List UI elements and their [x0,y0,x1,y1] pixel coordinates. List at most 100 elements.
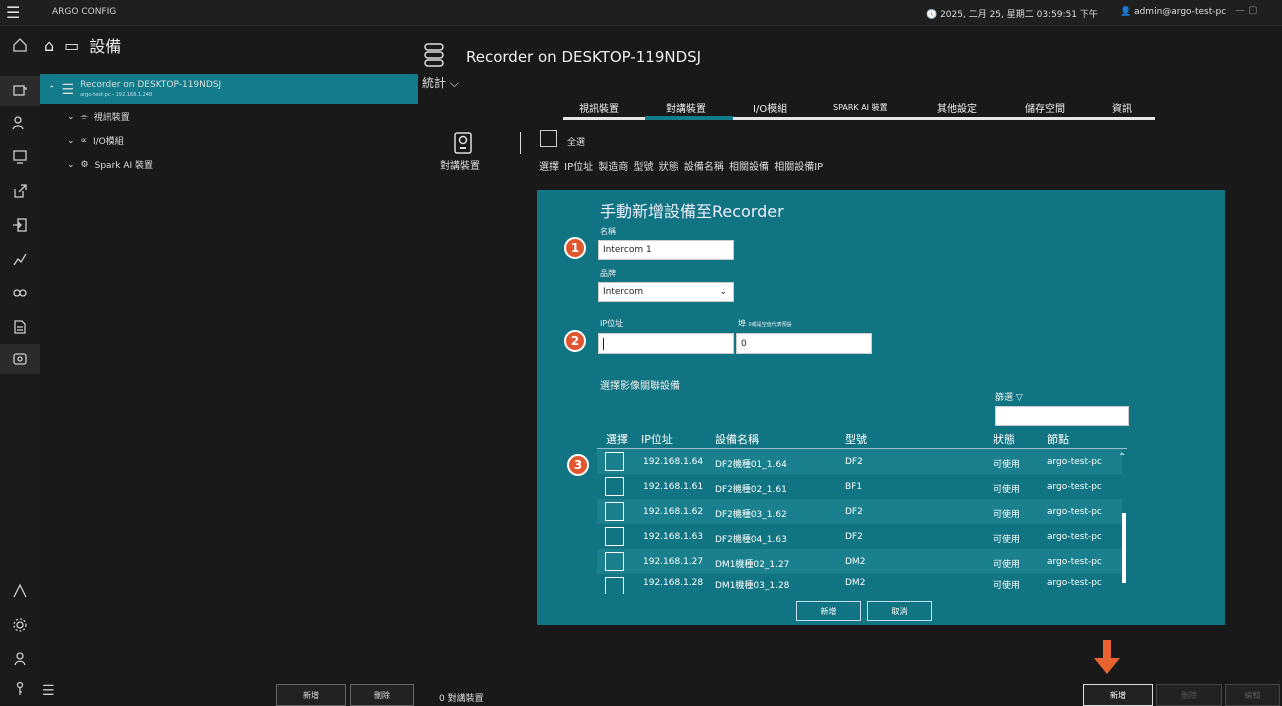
main-add-button[interactable]: 新增 [1083,684,1153,706]
row-model: BF1 [845,482,863,492]
table-row[interactable]: 192.168.1.63 DF2機種04_1.63 DF2 可使用 argo-test-… [597,524,1122,549]
th-model[interactable]: 型號 [845,431,867,447]
intercom-icon [454,132,472,154]
th-ip[interactable]: IP位址 [641,431,673,447]
text-cursor [603,337,604,350]
table-row[interactable]: 192.168.1.62 DF2機種03_1.62 DF2 可使用 argo-test-… [597,499,1122,524]
settings-gear-icon[interactable] [0,610,40,640]
expand-icon[interactable]: ⌄ [67,160,75,170]
link-icon[interactable] [0,278,40,308]
dialog-title: 手動新增設備至Recorder [600,202,784,221]
recorder-name: Recorder on DESKTOP-119NDSJ [80,80,222,90]
recorder-icon: ☰ [61,82,75,98]
tab-info[interactable]: 資訊 [1112,100,1132,115]
main-delete-button[interactable]: 刪除 [1156,684,1222,706]
row-checkbox[interactable] [605,552,624,571]
filter-label: 篩選 [995,393,1014,403]
main-edit-button[interactable]: 編輯 [1225,684,1280,706]
row-status: 可使用 [993,460,1021,470]
hamburger-menu-icon[interactable]: ☰ [6,3,20,22]
row-checkbox[interactable] [605,527,624,546]
chevron-down-icon: ⌄ [719,287,727,297]
tab-intercom[interactable]: 對講裝置 [666,100,706,115]
row-name: DF2機種02_1.61 [715,485,787,495]
scrollbar-thumb[interactable] [1122,513,1126,583]
account-icon[interactable] [0,644,40,674]
th-node[interactable]: 節點 [1047,431,1069,447]
user-account[interactable]: 👤 admin@argo-test-pc [1120,7,1226,17]
tree-item-label: I/O模組 [92,137,124,147]
port-input[interactable]: 0 [736,333,872,354]
app-title: ARGO CONFIG [52,7,117,17]
select-all-checkbox[interactable] [540,130,557,147]
row-status: 可使用 [993,560,1021,570]
row-node: argo-test-pc [1047,557,1102,567]
devices-icon[interactable] [0,76,40,106]
tree-item-spark[interactable]: ⌄ ⚙ Spark AI 裝置 [67,158,153,172]
brand-select[interactable]: Intercom ⌄ [598,282,734,302]
argo-logo-icon[interactable] [0,576,40,606]
expand-icon[interactable]: ⌄ [67,112,75,122]
analytics-icon[interactable] [0,244,40,274]
export-icon[interactable] [0,176,40,206]
document-icon[interactable] [0,312,40,342]
recorder-node[interactable]: ⌃ ☰ Recorder on DESKTOP-119NDSJ argo-tes… [48,80,221,100]
row-checkbox[interactable] [605,577,624,594]
camera-icon: ⌯ [80,111,88,122]
monitor-icon[interactable] [0,142,40,172]
filter-input[interactable] [995,406,1129,426]
collapse-icon[interactable]: ⌃ [48,85,56,95]
tree-item-video[interactable]: ⌄ ⌯ 視訊裝置 [67,110,130,124]
tab-io[interactable]: I/O模組 [753,100,787,115]
tree-item-label: 視訊裝置 [93,113,130,123]
port-label: 埠 [738,319,746,328]
dialog-add-button[interactable]: 新增 [796,601,861,621]
tree-title: 設備 [89,37,122,56]
column-headers: 選擇 IP位址 製造商 型號 狀態 設備名稱 相關設備 相關設備IP [539,162,824,173]
tab-other[interactable]: 其他設定 [937,100,977,115]
tree-item-io[interactable]: ⌄ ∝ I/O模組 [67,134,124,148]
th-status[interactable]: 狀態 [993,431,1015,447]
name-input[interactable]: Intercom 1 [598,240,734,260]
home-outline-icon[interactable]: ⌂ [44,36,54,55]
tab-storage[interactable]: 儲存空間 [1025,100,1065,115]
row-name: DF2機種03_1.62 [715,510,787,520]
stats-toggle[interactable]: 統計 ⌵ [422,74,459,91]
recorder-header-icon [424,43,444,67]
scroll-up-icon[interactable]: ⌃ [1118,452,1126,463]
tab-spark[interactable]: SPARK AI 裝置 [833,102,888,113]
window-controls[interactable]: — ▢ [1235,5,1258,16]
th-name[interactable]: 設備名稱 [715,431,759,447]
dialog-cancel-button[interactable]: 取消 [867,601,932,621]
home-icon[interactable] [0,30,40,60]
expand-icon[interactable]: ⌄ [67,136,75,146]
tree-delete-button[interactable]: 刪除 [350,684,414,706]
row-checkbox[interactable] [605,502,624,521]
key-icon[interactable] [0,674,40,704]
table-row[interactable]: 192.168.1.27 DM1機種02_1.27 DM2 可使用 argo-test-… [597,549,1122,574]
row-status: 可使用 [993,535,1021,545]
chevron-down-icon: ⌵ [449,76,459,90]
users-icon[interactable] [0,108,40,138]
logout-icon[interactable] [0,210,40,240]
th-select[interactable]: 選擇 [606,431,628,447]
ip-input[interactable] [598,333,734,354]
row-node: argo-test-pc [1047,507,1102,517]
row-node: argo-test-pc [1047,482,1102,492]
row-checkbox[interactable] [605,477,624,496]
device-tree-panel [40,26,418,702]
row-model: DF2 [845,507,863,517]
brand-value: Intercom [603,287,644,297]
row-checkbox[interactable] [605,452,624,471]
intercom-rail-icon[interactable] [0,344,40,374]
list-icon[interactable]: ☰ [42,683,55,699]
step-3-badge: 3 [567,454,589,476]
row-name: DF2機種04_1.63 [715,535,787,545]
table-row[interactable]: 192.168.1.64 DF2機種01_1.64 DF2 可使用 argo-test-… [597,449,1122,474]
tab-video[interactable]: 視訊裝置 [579,100,619,115]
tree-add-button[interactable]: 新增 [276,684,346,706]
stats-label: 統計 [422,76,447,90]
row-name: DM1機種02_1.27 [715,560,790,570]
table-row[interactable]: 192.168.1.28 DM1機種03_1.28 DM2 可使用 argo-test-… [597,574,1122,594]
table-row[interactable]: 192.168.1.61 DF2機種02_1.61 BF1 可使用 argo-test-… [597,474,1122,499]
